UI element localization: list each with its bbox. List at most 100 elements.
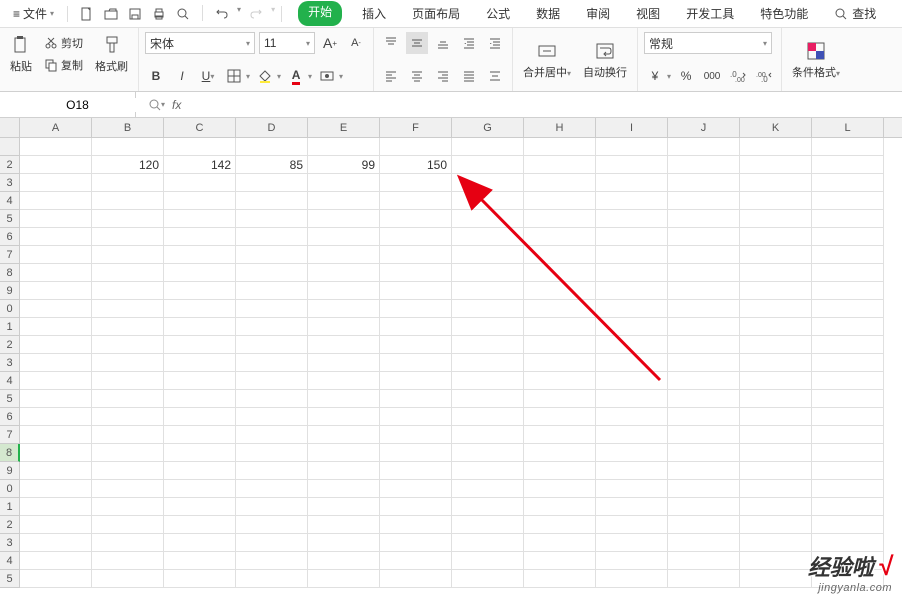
cell[interactable]	[452, 570, 524, 588]
cell[interactable]: 85	[236, 156, 308, 174]
cell[interactable]	[20, 498, 92, 516]
cell[interactable]	[380, 210, 452, 228]
cell[interactable]	[812, 534, 884, 552]
cell[interactable]	[236, 138, 308, 156]
cell[interactable]	[92, 390, 164, 408]
cell[interactable]	[20, 210, 92, 228]
cell[interactable]	[740, 228, 812, 246]
cell[interactable]	[740, 156, 812, 174]
cell[interactable]	[308, 282, 380, 300]
tab-start[interactable]: 开始	[298, 1, 342, 26]
align-bottom-button[interactable]	[432, 32, 454, 54]
cell[interactable]	[452, 174, 524, 192]
cell[interactable]	[164, 408, 236, 426]
cell[interactable]	[20, 282, 92, 300]
cut-button[interactable]: 剪切	[40, 33, 87, 53]
cell[interactable]	[668, 498, 740, 516]
cell[interactable]	[308, 534, 380, 552]
row-header[interactable]: 6	[0, 408, 20, 426]
align-top-button[interactable]	[380, 32, 402, 54]
cell[interactable]	[596, 246, 668, 264]
cell[interactable]	[596, 228, 668, 246]
row-header[interactable]: 0	[0, 480, 20, 498]
cell[interactable]	[524, 138, 596, 156]
cell[interactable]	[308, 228, 380, 246]
increase-font-button[interactable]: A+	[319, 32, 341, 54]
cell[interactable]	[740, 354, 812, 372]
cell[interactable]	[380, 498, 452, 516]
cell[interactable]	[164, 498, 236, 516]
cell[interactable]	[308, 444, 380, 462]
cell[interactable]	[452, 372, 524, 390]
tab-special[interactable]: 特色功能	[754, 1, 814, 26]
cell[interactable]	[668, 300, 740, 318]
cell[interactable]	[92, 426, 164, 444]
cell[interactable]	[596, 318, 668, 336]
cell[interactable]	[740, 408, 812, 426]
cell[interactable]	[668, 210, 740, 228]
merge-center-button[interactable]: 合并居中▾	[519, 38, 575, 82]
cell[interactable]	[452, 552, 524, 570]
cell[interactable]	[20, 264, 92, 282]
row-header[interactable]: 3	[0, 354, 20, 372]
cell[interactable]	[380, 318, 452, 336]
underline-button[interactable]: U▾	[197, 65, 219, 87]
cell[interactable]	[740, 138, 812, 156]
cell[interactable]	[92, 552, 164, 570]
cell[interactable]	[740, 318, 812, 336]
cell[interactable]	[812, 498, 884, 516]
cell[interactable]	[740, 426, 812, 444]
col-header[interactable]: A	[20, 118, 92, 137]
cell[interactable]	[740, 480, 812, 498]
wrap-text-button[interactable]: 自动换行	[579, 38, 631, 82]
cell[interactable]	[452, 462, 524, 480]
cell[interactable]	[668, 156, 740, 174]
cell[interactable]	[20, 354, 92, 372]
align-middle-button[interactable]	[406, 32, 428, 54]
row-header[interactable]: 7	[0, 246, 20, 264]
cell[interactable]	[524, 552, 596, 570]
increase-decimal-button[interactable]: .0.00	[727, 65, 749, 87]
tab-insert[interactable]: 插入	[356, 1, 392, 26]
cell[interactable]	[236, 480, 308, 498]
cell[interactable]	[236, 498, 308, 516]
paste-button[interactable]: 粘贴	[6, 32, 36, 76]
bold-button[interactable]: B	[145, 65, 167, 87]
cell[interactable]	[668, 372, 740, 390]
cell[interactable]	[236, 534, 308, 552]
cell[interactable]	[92, 408, 164, 426]
col-header[interactable]: E	[308, 118, 380, 137]
row-header[interactable]: 3	[0, 534, 20, 552]
cell[interactable]	[380, 444, 452, 462]
cell[interactable]	[164, 192, 236, 210]
cell[interactable]	[524, 462, 596, 480]
print-preview-icon[interactable]	[174, 5, 192, 23]
cell[interactable]	[20, 318, 92, 336]
align-right-button[interactable]	[432, 65, 454, 87]
font-size-select[interactable]: 11▾	[259, 32, 315, 54]
cell[interactable]	[740, 552, 812, 570]
cell[interactable]	[164, 372, 236, 390]
align-left-button[interactable]	[380, 65, 402, 87]
cell[interactable]	[380, 282, 452, 300]
cell[interactable]	[740, 336, 812, 354]
cell[interactable]	[20, 462, 92, 480]
cell[interactable]	[524, 336, 596, 354]
cell[interactable]	[92, 210, 164, 228]
tab-data[interactable]: 数据	[530, 1, 566, 26]
cell[interactable]	[308, 516, 380, 534]
cell[interactable]	[308, 426, 380, 444]
cell[interactable]	[812, 516, 884, 534]
cell[interactable]	[236, 336, 308, 354]
cell[interactable]	[20, 570, 92, 588]
cell[interactable]	[20, 426, 92, 444]
cell[interactable]	[20, 516, 92, 534]
cell[interactable]	[380, 174, 452, 192]
cell[interactable]	[164, 138, 236, 156]
cell[interactable]	[308, 174, 380, 192]
cell[interactable]	[308, 300, 380, 318]
cell[interactable]	[164, 282, 236, 300]
cell[interactable]	[164, 570, 236, 588]
cell[interactable]	[740, 246, 812, 264]
cell[interactable]	[740, 372, 812, 390]
